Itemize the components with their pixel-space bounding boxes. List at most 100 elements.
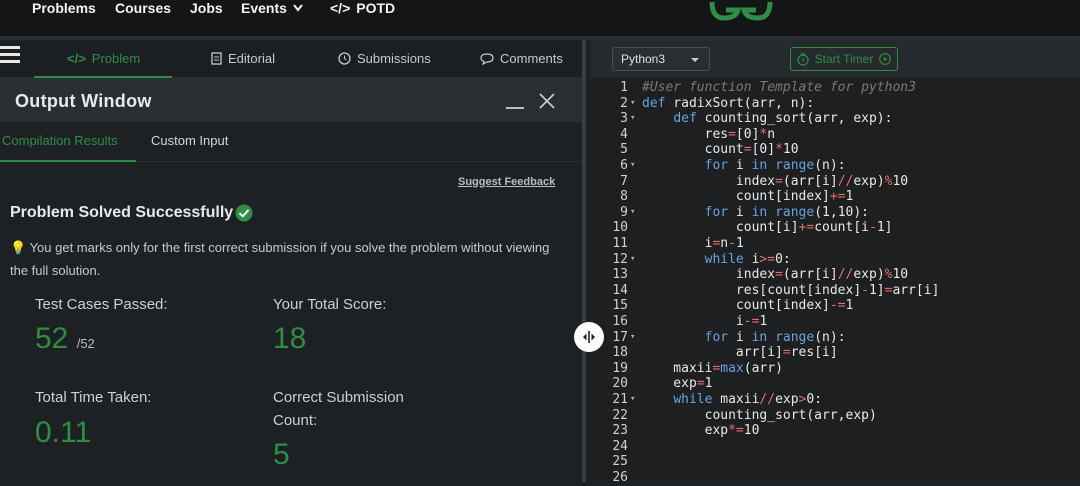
time-label: Total Time Taken: [35,389,152,406]
fold-caret-icon[interactable]: ▾ [630,330,638,346]
correct-count-label-line1: Correct Submission [273,389,404,406]
nav-events-label: Events [241,0,287,16]
nav-events[interactable]: Events [241,0,303,16]
code-line[interactable]: 20 exp=1 [590,376,1080,392]
test-cases-value: 52 /52 [35,322,95,356]
code-line[interactable]: 2 ▾ def radixSort(arr, n): [590,96,1080,112]
marks-note-text: You get marks only for the first correct… [10,240,550,278]
line-number: 14 [612,282,628,298]
left-scrollbar[interactable] [582,40,586,482]
tab-custom-input[interactable]: Custom Input [151,133,228,148]
document-icon [211,52,222,65]
line-number: 9 [620,204,628,220]
code-line[interactable]: 16 i-=1 [590,314,1080,330]
code-text: count[i]+=count[i-1] [642,220,893,236]
output-window-header: Output Window [0,78,586,122]
correct-count-value: 5 [273,438,290,471]
problem-panel: </> Problem Editorial Submissions Commen… [0,40,586,482]
code-line[interactable]: 22 counting_sort(arr,exp) [590,408,1080,424]
nav-potd-label: POTD [356,0,396,16]
code-text: counting_sort(arr,exp) [642,407,877,423]
code-text: for i in range(n): [704,158,846,173]
nav-courses[interactable]: Courses [115,0,171,16]
tab-comments[interactable]: Comments [480,51,563,66]
code-line[interactable]: 6 ▾ for i in range(n): [590,158,1080,174]
code-line[interactable]: 12 ▾ while i>=0: [590,252,1080,268]
line-number: 23 [612,423,628,439]
gfg-logo-icon[interactable] [708,0,774,22]
code-text: i-=1 [642,314,768,329]
code-line[interactable]: 3 ▾ def counting_sort(arr, exp): [590,111,1080,127]
code-text: res=[0]*n [642,126,776,142]
code-text: def counting_sort(arr, exp): [673,111,893,127]
fold-caret-icon[interactable]: ▾ [630,205,638,221]
code-text: exp=1 [642,376,713,392]
nav-jobs[interactable]: Jobs [190,0,223,16]
line-number: 11 [612,236,628,251]
code-line[interactable]: 21 ▾ while maxii//exp>0: [590,392,1080,408]
code-line[interactable]: 5 count=[0]*10 [590,142,1080,158]
status-message: Problem Solved Successfully [10,204,253,222]
output-subtabs: Compilation Results Custom Input [0,122,586,162]
code-line[interactable]: 25 [590,454,1080,470]
line-number: 26 [612,470,628,485]
code-line[interactable]: 7 index=(arr[i]//exp)%10 [590,174,1080,190]
fold-caret-icon[interactable]: ▾ [630,111,638,127]
test-cases-label: Test Cases Passed: [35,296,168,313]
line-number: 3 [620,111,628,127]
line-number: 4 [620,126,628,142]
play-circle-icon [879,53,892,65]
code-line[interactable]: 26 [590,470,1080,486]
line-number: 22 [612,407,628,423]
fold-caret-icon[interactable]: ▾ [630,392,638,408]
tab-submissions[interactable]: Submissions [338,51,431,66]
line-number: 8 [620,189,628,205]
code-text: def radixSort(arr, n): [642,95,815,111]
code-line[interactable]: 1 #User function Template for python3 [590,80,1080,96]
code-text: while i>=0: [704,251,791,267]
code-line[interactable]: 23 exp*=10 [590,423,1080,439]
code-line[interactable]: 10 count[i]+=count[i-1] [590,220,1080,236]
line-number: 13 [612,267,628,283]
menu-icon[interactable] [0,46,20,64]
line-number: 15 [612,298,628,314]
close-icon[interactable] [538,92,556,110]
tab-comments-label: Comments [500,51,563,66]
code-line[interactable]: 11 i=n-1 [590,236,1080,252]
code-line[interactable]: 4 res=[0]*n [590,127,1080,143]
code-line[interactable]: 13 index=(arr[i]//exp)%10 [590,267,1080,283]
code-line[interactable]: 8 count[index]+=1 [590,189,1080,205]
code-line[interactable]: 14 res[count[index]-1]=arr[i] [590,283,1080,299]
code-text: count[index]+=1 [642,189,854,205]
code-line[interactable]: 24 [590,439,1080,455]
code-line[interactable]: 19 maxii=max(arr) [590,361,1080,377]
code-text: exp*=10 [642,423,760,439]
line-number: 10 [612,220,628,236]
resize-arrows-icon [583,331,595,343]
code-line[interactable]: 9 ▾ for i in range(1,10): [590,205,1080,221]
caret-down-icon [691,58,699,62]
fold-caret-icon[interactable]: ▾ [630,252,638,268]
nav-potd[interactable]: </> POTD [330,0,395,16]
split-resize-handle[interactable] [574,322,604,352]
tab-editorial[interactable]: Editorial [211,51,275,66]
code-editor[interactable]: 1 #User function Template for python3 2 ▾ de… [590,78,1080,485]
code-text: for i in range(1,10): [704,204,870,220]
correct-count-label: Correct Submission Count: [273,386,404,432]
tab-problem[interactable]: </> Problem [67,51,140,66]
suggest-feedback-link[interactable]: Suggest Feedback [458,176,555,188]
fold-caret-icon[interactable]: ▾ [630,158,638,174]
editor-panel: Python3 Start Timer 1 #User function Temp… [590,40,1080,485]
tab-compilation-results[interactable]: Compilation Results [2,133,118,148]
code-icon: </> [330,0,351,16]
code-line[interactable]: 15 count[index]-=1 [590,298,1080,314]
start-timer-button[interactable]: Start Timer [790,47,898,71]
code-line[interactable]: 17 ▾ for i in range(n): [590,330,1080,346]
code-line[interactable]: 18 arr[i]=res[i] [590,345,1080,361]
nav-problems[interactable]: Problems [32,0,96,16]
language-select[interactable]: Python3 [612,47,710,71]
minimize-icon[interactable] [506,107,524,109]
line-number: 24 [612,438,628,454]
score-value: 18 [273,322,307,355]
fold-caret-icon[interactable]: ▾ [630,96,638,112]
